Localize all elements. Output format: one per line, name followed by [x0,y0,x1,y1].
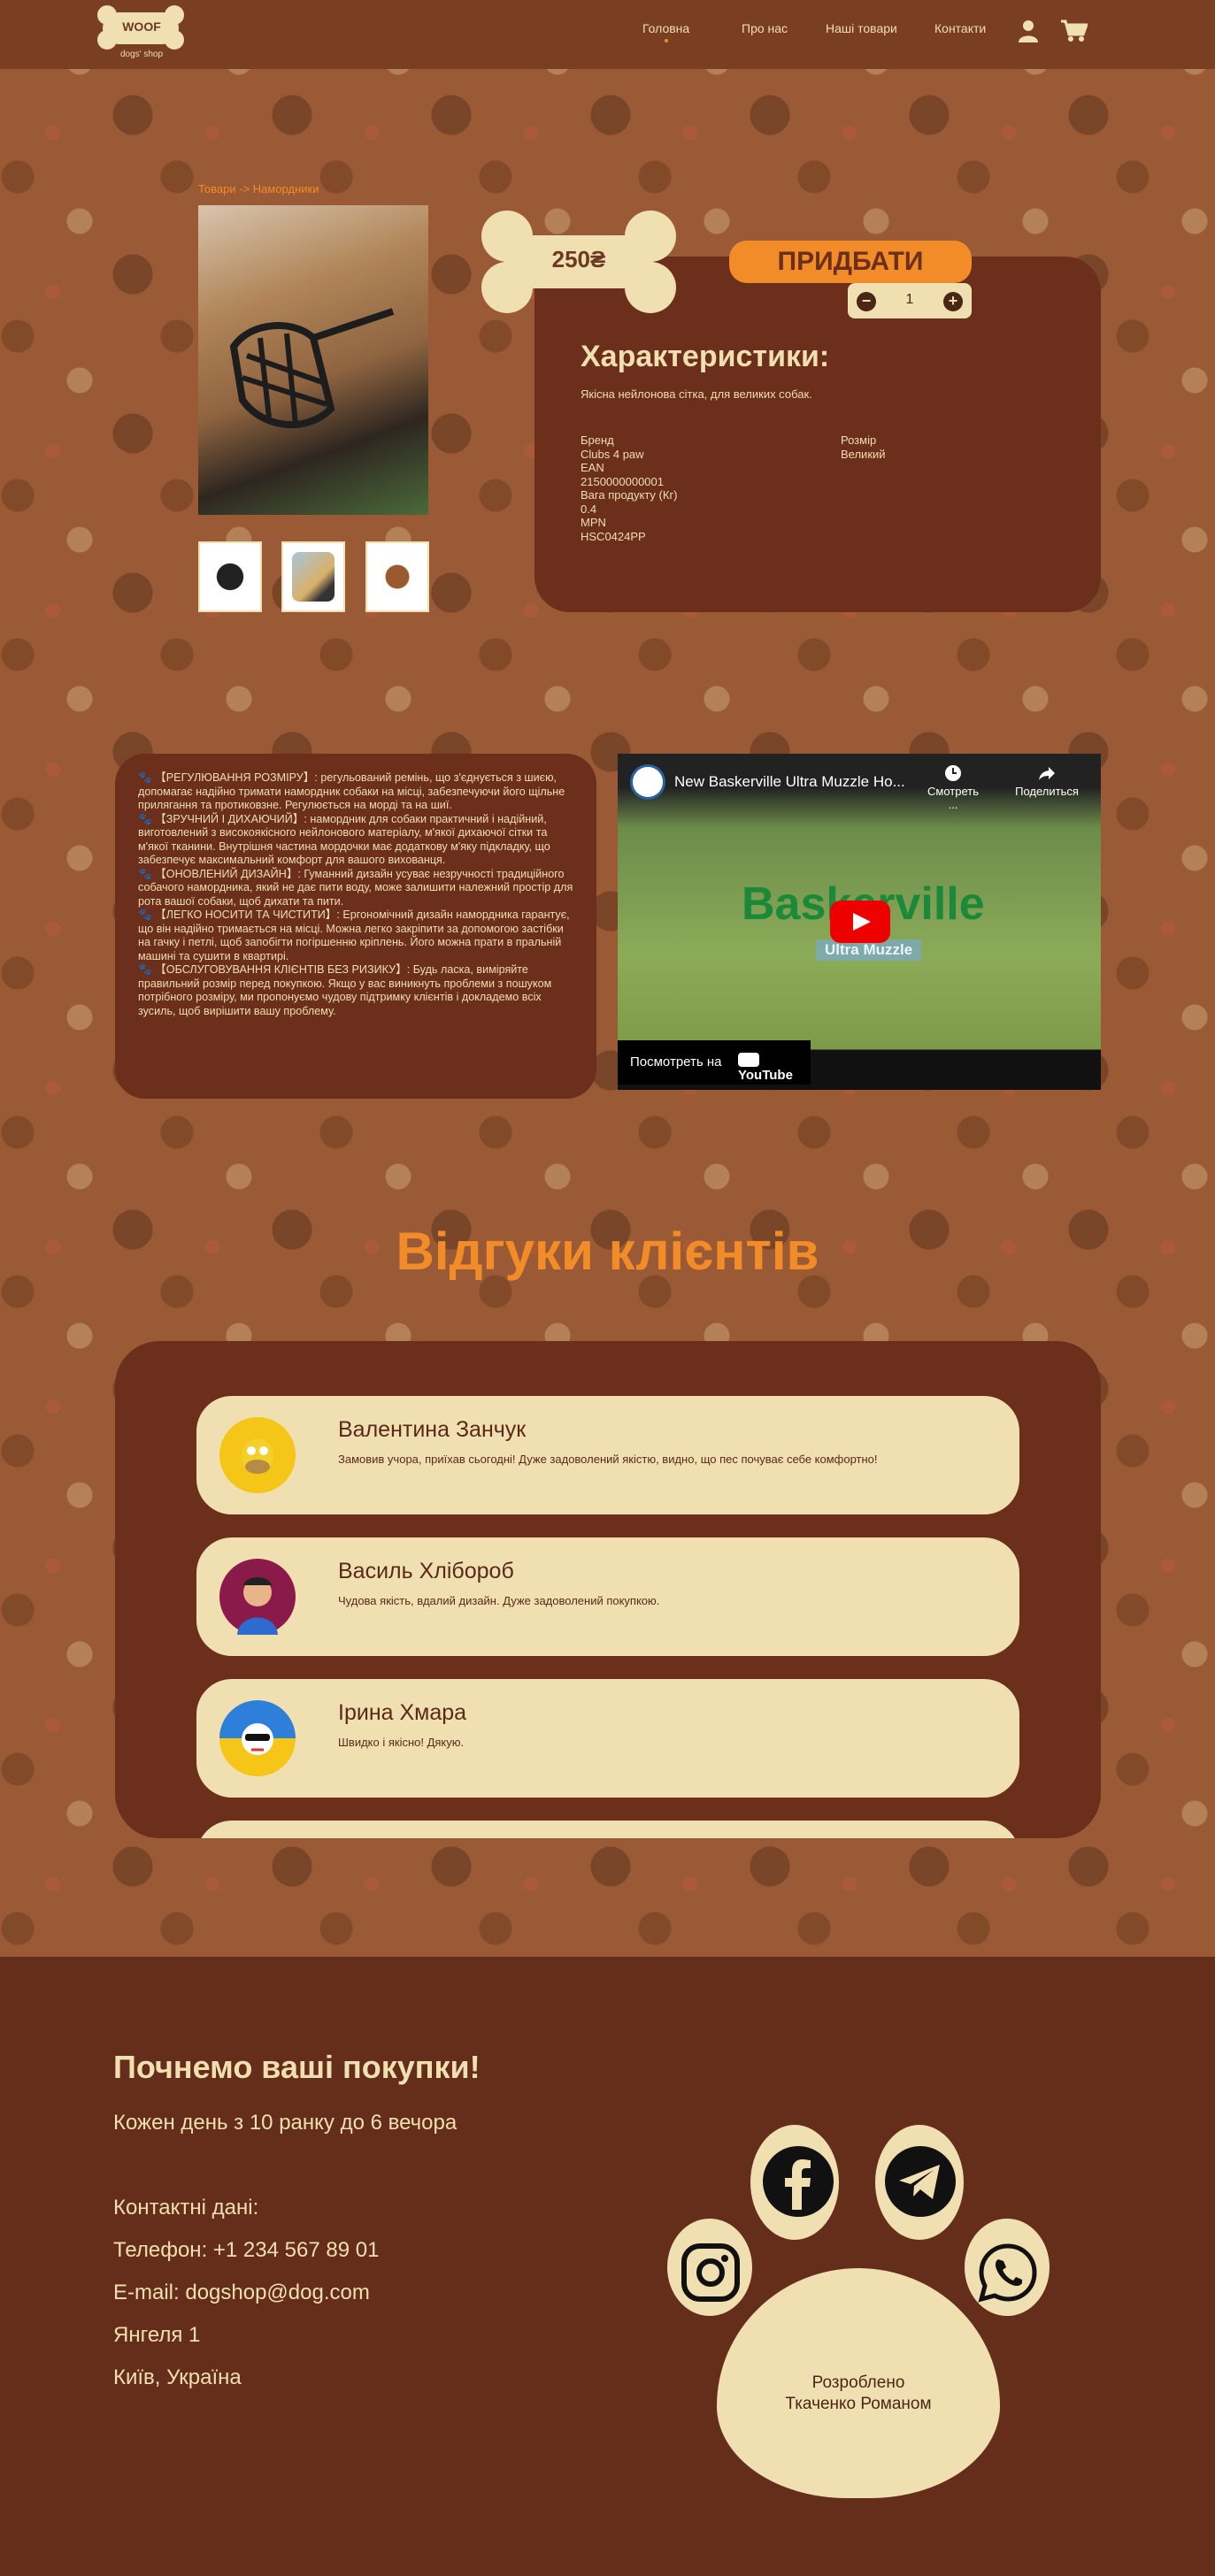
review-item: Ірина Хмара Швидко і якісно! Дякую. [196,1679,1019,1798]
review-text: Швидко і якісно! Дякую. [338,1736,465,1749]
cart-icon[interactable] [1061,19,1088,42]
buy-button[interactable]: ПРИДБАТИ [729,241,972,283]
spec-line: Розмір [841,433,877,447]
nav-contacts[interactable]: Контакти [934,21,986,35]
spec-line: 0.4 [581,502,597,516]
footer-hours: Кожен день з 10 ранку до 6 вечора [113,2111,458,2135]
review-item: Василь Хлібороб Чудова якість, вдалий ди… [196,1537,1019,1656]
instagram-icon[interactable] [680,2242,742,2304]
site-footer: Почнемо ваші покупки! Кожен день з 10 ра… [0,1957,1215,2576]
logo-word: WOOF [122,19,161,34]
spec-line: Clubs 4 paw [581,447,644,461]
play-button[interactable] [830,901,890,943]
credits: Розроблено Ткаченко Романом [717,2373,1000,2415]
product-thumbnail-3[interactable] [365,541,429,612]
avatar [219,1559,296,1635]
description-paragraph: 🐾 【ЗРУЧНИЙ І ДИХАЮЧИЙ】: намордник для со… [138,812,550,867]
description-paragraph: 🐾 【ЛЕГКО НОСИТИ ТА ЧИСТИТИ】: Ергономічни… [138,908,570,962]
watch-later-label: Смотреть ... [927,785,979,811]
whatsapp-icon[interactable] [977,2242,1039,2304]
review-text: Чудова якість, вдалий дизайн. Дуже задов… [338,1594,660,1607]
increase-quantity-button[interactable]: + [943,292,963,311]
avatar [219,1700,296,1776]
product-description-card: 🐾 【РЕГУЛЮВАННЯ РОЗМІРУ】: регульований ре… [115,754,596,1099]
characteristics-title: Характеристики: [581,340,830,373]
reviews-title: Відгуки клієнтів [396,1222,819,1281]
spec-list-right: Розмір Великий [841,433,886,461]
watch-later-button[interactable]: Смотреть ... [922,764,984,811]
footer-contacts-label: Контактні дані: [113,2196,259,2220]
reviewer-name: Василь Хлібороб [338,1559,514,1583]
review-text: Замовив учора, приїхав сьогодні! Дуже за… [338,1453,878,1466]
spec-line: Бренд [581,433,614,447]
footer-phone[interactable]: Телефон: +1 234 567 89 01 [113,2238,379,2263]
youtube-logo: YouTube [738,1053,811,1083]
price-bone-badge: 250₴ [478,205,680,318]
share-icon [1039,767,1055,780]
channel-avatar[interactable] [630,764,665,800]
credits-made-by: Розроблено [811,2373,905,2392]
share-button[interactable]: Поделиться [1007,764,1087,798]
characteristics-description: Якісна нейлонова сітка, для великих соба… [581,387,812,401]
footer-email[interactable]: E-mail: dogshop@dog.com [113,2281,370,2305]
credits-author: Ткаченко Романом [785,2395,932,2413]
breadcrumb[interactable]: Товари -> Намордники [198,182,319,196]
spec-line: Великий [841,447,886,461]
telegram-icon[interactable] [885,2146,956,2217]
description-paragraph: 🐾 【РЕГУЛЮВАННЯ РОЗМІРУ】: регульований ре… [138,771,565,811]
description-paragraph: 🐾 【ОНОВЛЕНИЙ ДИЗАЙН】: Гуманний дизайн ус… [138,867,573,908]
site-logo[interactable]: WOOF dogs' shop [97,5,184,62]
footer-street: Янгеля 1 [113,2323,201,2347]
nav-about[interactable]: Про нас [742,21,788,35]
price-label: 250₴ [551,246,606,272]
spec-list: Бренд Clubs 4 paw EAN 2150000000001 Вага… [581,433,678,543]
video-title[interactable]: New Baskerville Ultra Muzzle Ho... [674,773,905,791]
quantity-stepper: − 1 + [848,283,972,318]
watch-on-youtube-bar[interactable]: Посмотреть на YouTube [618,1040,811,1085]
spec-line: HSC0424PP [581,529,646,543]
facebook-icon[interactable] [763,2146,834,2217]
reviews-card: Валентина Занчук Замовив учора, приїхав … [115,1341,1101,1838]
description-paragraph: 🐾 【ОБСЛУГОВУВАННЯ КЛІЄНТІВ БЕЗ РИЗИКУ】: … [138,963,552,1017]
footer-city: Київ, Україна [113,2365,242,2389]
youtube-video-embed[interactable]: New Baskerville Ultra Muzzle Ho... Смотр… [618,754,1101,1090]
avatar [219,1417,296,1493]
spec-line: MPN [581,516,606,529]
logo-subtitle: dogs' shop [119,50,164,59]
spec-line: 2150000000001 [581,474,664,488]
review-item-partial [196,1821,1019,1838]
product-thumbnail-1[interactable] [198,541,262,612]
reviewer-name: Валентина Занчук [338,1417,527,1442]
user-icon[interactable] [1018,19,1039,42]
share-label: Поделиться [1015,785,1079,798]
nav-home[interactable]: Головна [642,21,689,42]
reviewer-name: Ірина Хмара [338,1700,467,1725]
footer-title: Почнемо ваші покупки! [113,2049,481,2085]
nav-products[interactable]: Наші товари [826,21,897,35]
product-thumbnail-2[interactable] [281,541,345,612]
clock-icon [945,765,961,781]
spec-line: EAN [581,461,604,474]
watch-on-label: Посмотреть на [630,1054,722,1070]
review-item: Валентина Занчук Замовив учора, приїхав … [196,1396,1019,1514]
product-main-image [198,205,428,515]
spec-line: Вага продукту (Кг) [581,488,678,502]
site-header: WOOF dogs' shop Головна Про нас Наші тов… [0,0,1215,69]
